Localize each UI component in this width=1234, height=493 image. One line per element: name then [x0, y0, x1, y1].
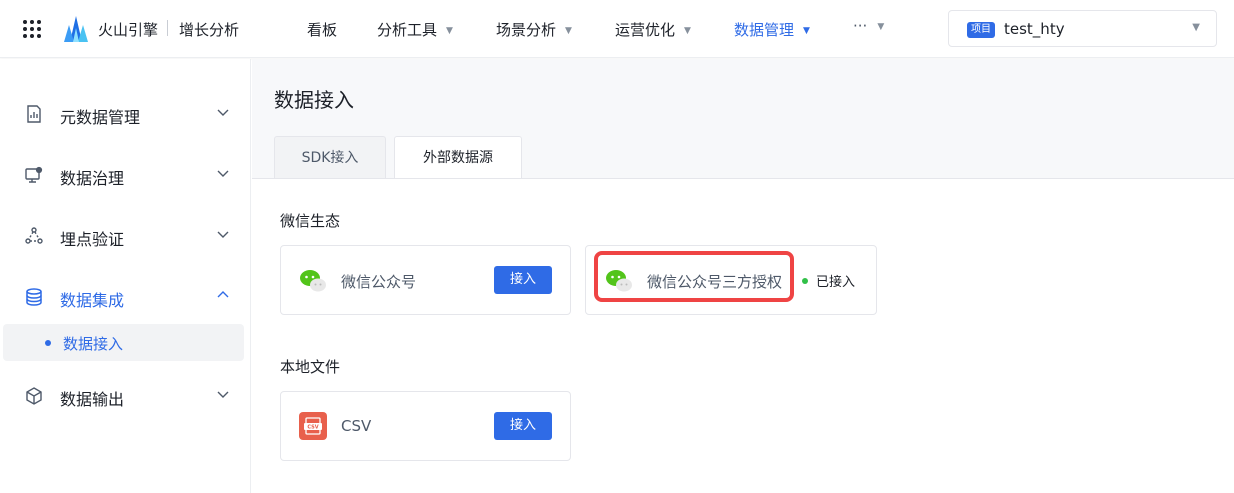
nav-label: 运营优化: [615, 21, 676, 39]
sidebar-item-data-integration[interactable]: 数据集成: [0, 276, 251, 316]
brand-name: 火山引擎: [98, 21, 159, 39]
nav-item-data-management[interactable]: 数据管理 ▼: [734, 19, 810, 40]
tab-external-source[interactable]: 外部数据源: [394, 136, 522, 180]
nav-item-analysis-tools[interactable]: 分析工具 ▼: [377, 19, 453, 40]
section-title-wechat: 微信生态: [280, 212, 341, 230]
sidebar-item-data-output[interactable]: 数据输出: [0, 375, 251, 415]
nav-item-operation-optimization[interactable]: 运营优化 ▼: [615, 19, 691, 40]
sidebar-item-metadata-management[interactable]: 元数据管理: [0, 93, 251, 133]
app-grid-icon[interactable]: [22, 19, 42, 39]
caret-down-icon: ▼: [446, 26, 453, 36]
highlight-box: [594, 251, 794, 302]
status-dot-icon: [802, 278, 808, 284]
nav-item-scenario-analysis[interactable]: 场景分析 ▼: [496, 19, 572, 40]
caret-down-icon: ▼: [565, 26, 572, 36]
nav-item-dashboard[interactable]: 看板: [307, 19, 337, 40]
caret-down-icon: ▼: [1192, 22, 1200, 33]
caret-down-icon: ▼: [803, 26, 810, 36]
sidebar-item-label: 数据治理: [60, 169, 125, 188]
sidebar-item-label: 元数据管理: [60, 108, 141, 127]
top-navigation-bar: 火山引擎 增长分析 看板 分析工具 ▼ 场景分析 ▼ 运营优化 ▼ 数据管理 ▼ ···…: [0, 0, 1234, 58]
database-icon: [26, 288, 42, 306]
source-card-wechat-third-party-auth[interactable]: 微信公众号三方授权 已接入: [585, 245, 877, 315]
main-content: 数据接入 SDK接入 外部数据源 微信生态 微信公众号 接入 微信公众号三方授权: [252, 59, 1234, 493]
sidebar-subitem-label: 数据接入: [63, 335, 124, 353]
nav-label: 数据管理: [734, 21, 795, 39]
source-card-label: 微信公众号: [341, 273, 417, 291]
sidebar-subitem-data-ingestion[interactable]: 数据接入: [3, 324, 244, 361]
tab-panel: 微信生态 微信公众号 接入 微信公众号三方授权 已接入 本地文件 CSV CSV…: [252, 178, 1234, 493]
caret-down-icon: ▼: [684, 26, 691, 36]
nav-item-more[interactable]: ··· ▼: [853, 17, 884, 35]
chevron-down-icon: [217, 231, 229, 238]
connect-button[interactable]: 接入: [494, 266, 552, 294]
sidebar-item-tracking-verification[interactable]: 埋点验证: [0, 215, 251, 255]
source-card-csv: CSV CSV 接入: [280, 391, 571, 461]
source-card-label: CSV: [341, 417, 372, 435]
chart-doc-icon: [27, 105, 41, 123]
status-badge: 已接入: [802, 271, 855, 290]
sidebar-item-data-governance[interactable]: 数据治理: [0, 154, 251, 194]
nav-label: 看板: [307, 21, 338, 39]
chevron-up-icon: [217, 291, 229, 298]
page-title: 数据接入: [274, 88, 354, 112]
status-text: 已接入: [816, 275, 856, 290]
sidebar: 元数据管理 数据治理 埋点验证 数据集成 数据接入 数据输出: [0, 59, 251, 493]
nav-label: 分析工具: [377, 21, 438, 39]
volcano-engine-logo-icon: [64, 16, 88, 42]
csv-file-icon: CSV: [299, 412, 327, 440]
nodes-icon: [25, 227, 43, 244]
product-name: 增长分析: [179, 21, 240, 39]
more-icon: ···: [853, 17, 868, 35]
svg-text:CSV: CSV: [307, 425, 318, 431]
brand-divider: [167, 20, 168, 36]
wechat-icon: [300, 270, 326, 292]
tab-sdk[interactable]: SDK接入: [274, 136, 386, 179]
sidebar-item-label: 埋点验证: [60, 230, 125, 249]
active-dot-icon: [45, 340, 51, 346]
chevron-down-icon: [217, 391, 229, 398]
sidebar-item-label: 数据输出: [60, 390, 125, 409]
chevron-down-icon: [217, 170, 229, 177]
monitor-gear-icon: [25, 166, 43, 183]
caret-down-icon: ▼: [877, 22, 885, 32]
nav-label: 场景分析: [496, 21, 557, 39]
project-selector[interactable]: 项目 test_hty ▼: [948, 10, 1217, 47]
connect-button[interactable]: 接入: [494, 412, 552, 440]
section-title-local-files: 本地文件: [280, 358, 341, 376]
sidebar-item-label: 数据集成: [60, 291, 125, 310]
source-card-wechat-official: 微信公众号 接入: [280, 245, 571, 315]
chevron-down-icon: [217, 109, 229, 116]
project-badge: 项目: [967, 22, 995, 38]
project-name: test_hty: [1004, 20, 1065, 38]
cube-icon: [26, 387, 42, 405]
